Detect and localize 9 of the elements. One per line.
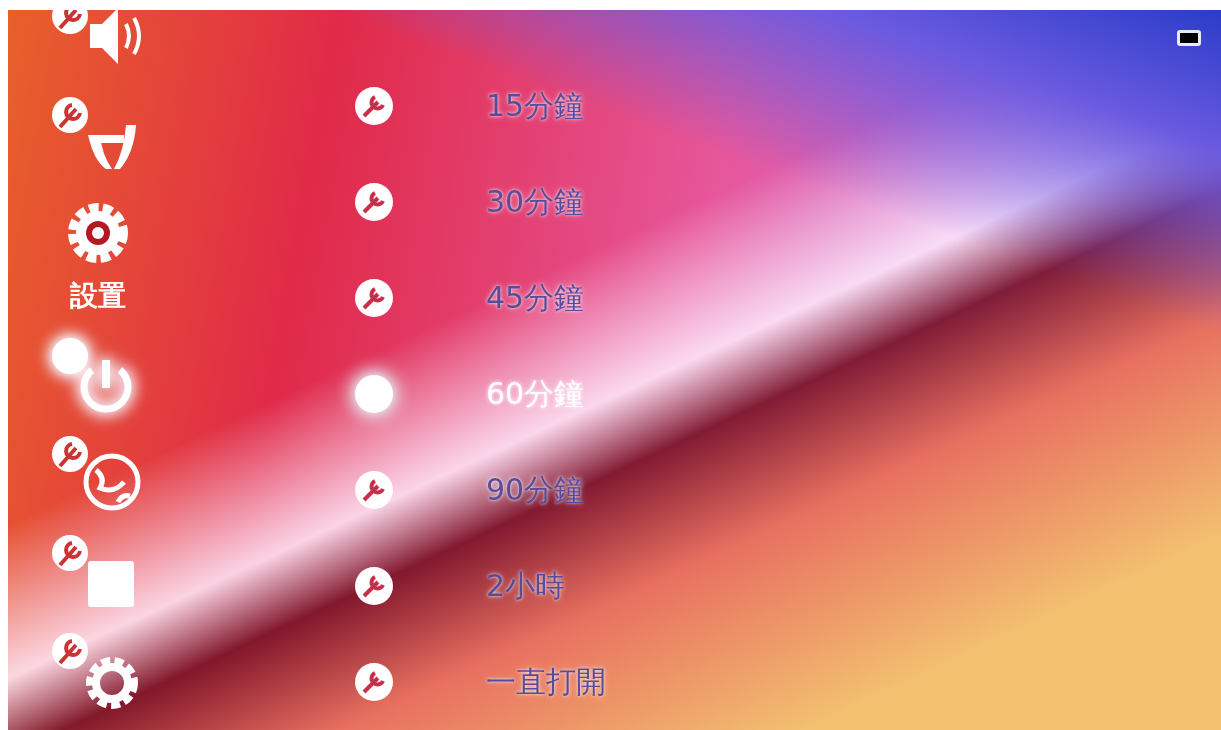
timer-option[interactable]: 90分鐘 xyxy=(486,469,585,511)
timer-option[interactable]: 30分鐘 xyxy=(486,181,585,223)
battery-icon xyxy=(1177,30,1201,46)
timer-option[interactable]: 60分鐘 xyxy=(486,373,585,415)
timer-option[interactable]: 45分鐘 xyxy=(486,277,585,319)
menu-label: 設置 xyxy=(70,281,126,313)
timer-option[interactable]: 一直打開 xyxy=(486,661,606,703)
timer-option[interactable]: 2小時 xyxy=(486,565,566,607)
timer-option[interactable]: 15分鐘 xyxy=(486,85,585,127)
